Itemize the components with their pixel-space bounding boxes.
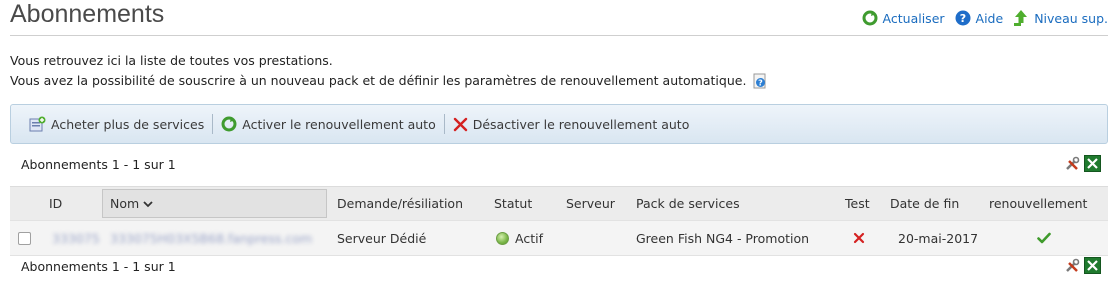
enable-auto-renew-label: Activer le renouvellement auto [242, 116, 436, 132]
cross-icon [853, 232, 865, 244]
cross-icon [453, 117, 467, 131]
intro-line-1: Vous retrouvez ici la liste de toutes vo… [10, 51, 768, 71]
column-header-pack[interactable]: Pack de services [636, 187, 740, 220]
level-up-icon [1014, 10, 1028, 26]
row-status-label: Actif [515, 230, 543, 246]
intro-text-2: Vous avez la possibilité de souscrire à … [10, 73, 747, 88]
action-toolbar: Acheter plus de services Activer le reno… [10, 104, 1108, 144]
export-tools-bottom [1064, 257, 1101, 274]
refresh-icon [221, 116, 237, 132]
checkbox-box[interactable] [18, 231, 31, 245]
row-test [853, 221, 865, 255]
intro-line-2: Vous avez la possibilité de souscrire à … [10, 71, 768, 91]
row-id: 333075 [52, 230, 100, 246]
sort-desc-icon [143, 200, 153, 207]
column-header-server[interactable]: Serveur [566, 187, 615, 220]
check-icon [1037, 232, 1051, 244]
help-icon: ? [955, 10, 971, 26]
buy-services-button[interactable]: Acheter plus de services [21, 116, 212, 133]
table-header: ID Nom Demande/résiliation Statut Serveu… [10, 186, 1108, 220]
row-end-date: 20-mai-2017 [898, 230, 979, 246]
header-actions: Actualiser ? Aide Niveau sup. [862, 9, 1108, 27]
buy-services-label: Acheter plus de services [51, 116, 205, 132]
export-tools-top [1064, 155, 1101, 172]
disable-auto-renew-button[interactable]: Désactiver le renouvellement auto [445, 117, 698, 132]
row-pack: Green Fish NG4 - Promotion [636, 230, 810, 246]
title-divider [10, 35, 1108, 36]
refresh-label: Actualiser [882, 10, 945, 26]
excel-export-icon[interactable] [1084, 257, 1101, 274]
column-header-request[interactable]: Demande/résiliation [337, 187, 463, 220]
excel-export-icon[interactable] [1084, 155, 1101, 172]
row-status: Actif [496, 221, 543, 255]
column-header-renewal[interactable]: renouvellement [989, 187, 1087, 220]
tools-icon[interactable] [1064, 156, 1080, 172]
info-icon[interactable]: ? [752, 73, 768, 89]
row-select-checkbox[interactable] [18, 221, 31, 255]
intro-text-1: Vous retrouvez ici la liste de toutes vo… [10, 53, 333, 68]
level-up-link[interactable]: Niveau sup. [1013, 9, 1108, 27]
column-header-name[interactable]: Nom [102, 189, 327, 218]
page-title: Abonnements [10, 0, 165, 28]
svg-text:?: ? [759, 79, 764, 88]
svg-text:?: ? [959, 12, 965, 25]
refresh-icon [862, 10, 878, 26]
column-header-name-label: Nom [110, 196, 140, 211]
level-up-label: Niveau sup. [1034, 10, 1108, 26]
disable-auto-renew-label: Désactiver le renouvellement auto [472, 116, 690, 132]
refresh-link[interactable]: Actualiser [862, 9, 945, 27]
column-header-end-date[interactable]: Date de fin [890, 187, 959, 220]
row-request: Serveur Dédié [337, 230, 427, 246]
pagination-summary-bottom: Abonnements 1 - 1 sur 1 [21, 259, 176, 274]
table-row[interactable]: 333075 333075H03X5B68.fanpress.com Serve… [10, 220, 1108, 256]
add-service-icon [29, 116, 46, 131]
help-link[interactable]: ? Aide [955, 9, 1004, 27]
status-active-icon [496, 231, 509, 245]
row-renewal [1037, 221, 1051, 255]
pagination-summary-top: Abonnements 1 - 1 sur 1 [21, 157, 176, 172]
row-name[interactable]: 333075H03X5B68.fanpress.com [110, 221, 312, 255]
column-header-status[interactable]: Statut [494, 187, 532, 220]
intro-text: Vous retrouvez ici la liste de toutes vo… [10, 51, 768, 91]
tools-icon[interactable] [1064, 258, 1080, 274]
column-header-id[interactable]: ID [49, 187, 62, 220]
column-header-test[interactable]: Test [845, 187, 870, 220]
enable-auto-renew-button[interactable]: Activer le renouvellement auto [213, 116, 443, 132]
help-label: Aide [975, 10, 1004, 26]
